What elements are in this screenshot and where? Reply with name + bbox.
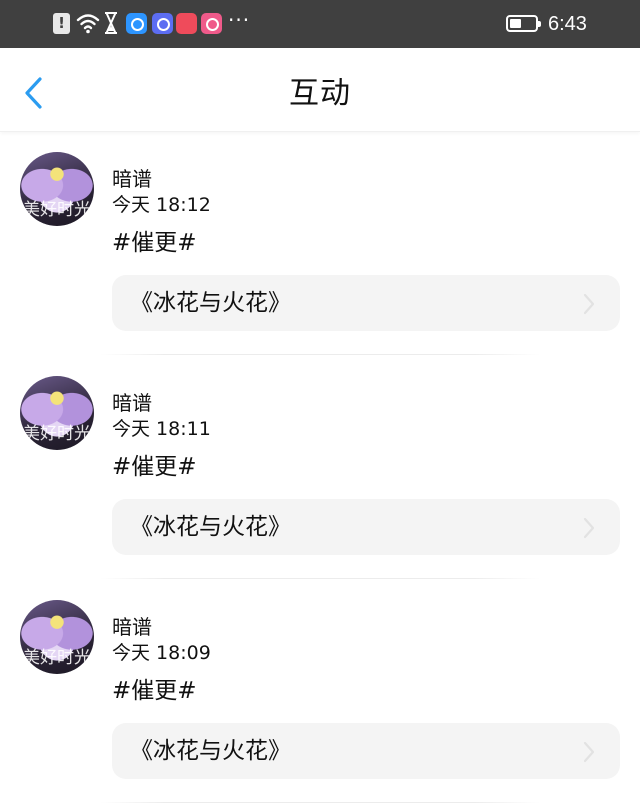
music-app-icon bbox=[152, 13, 173, 34]
avatar[interactable]: 美好时光 bbox=[20, 600, 94, 674]
message-text: #催更# bbox=[112, 230, 197, 256]
divider bbox=[100, 802, 540, 803]
timestamp: 今天 18:11 bbox=[112, 418, 211, 440]
chevron-right-icon bbox=[583, 293, 595, 315]
message-text: #催更# bbox=[112, 454, 197, 480]
header: 互动 bbox=[0, 48, 640, 132]
more-notifications-icon: ··· bbox=[228, 8, 251, 32]
username[interactable]: 暗谱 bbox=[112, 391, 152, 415]
status-bar: ··· 6:43 bbox=[0, 0, 640, 48]
book-link-card[interactable]: 《冰花与火花》 bbox=[112, 275, 620, 331]
store-app-icon bbox=[176, 13, 197, 34]
chevron-right-icon bbox=[583, 517, 595, 539]
feed-item: 美好时光 暗谱 今天 18:12 #催更# 《冰花与火花》 bbox=[0, 132, 640, 356]
wifi-icon bbox=[76, 14, 100, 34]
username[interactable]: 暗谱 bbox=[112, 615, 152, 639]
book-title: 《冰花与火花》 bbox=[130, 738, 291, 764]
book-link-card[interactable]: 《冰花与火花》 bbox=[112, 723, 620, 779]
chat-app-icon bbox=[201, 13, 222, 34]
divider bbox=[100, 578, 540, 579]
feed-item: 美好时光 暗谱 今天 18:09 #催更# 《冰花与火花》 bbox=[0, 580, 640, 804]
book-title: 《冰花与火花》 bbox=[130, 514, 291, 540]
avatar[interactable]: 美好时光 bbox=[20, 152, 94, 226]
timestamp: 今天 18:12 bbox=[112, 194, 211, 216]
avatar-overlay-text: 美好时光 bbox=[23, 200, 91, 220]
feed-item: 美好时光 暗谱 今天 18:11 #催更# 《冰花与火花》 bbox=[0, 356, 640, 580]
search-app-icon bbox=[126, 13, 147, 34]
username[interactable]: 暗谱 bbox=[112, 167, 152, 191]
status-time: 6:43 bbox=[548, 13, 587, 35]
avatar-overlay-text: 美好时光 bbox=[23, 648, 91, 668]
book-title: 《冰花与火花》 bbox=[130, 290, 291, 316]
message-text: #催更# bbox=[112, 678, 197, 704]
battery-icon bbox=[506, 15, 541, 32]
chevron-right-icon bbox=[583, 741, 595, 763]
page-title: 互动 bbox=[289, 76, 351, 111]
book-link-card[interactable]: 《冰花与火花》 bbox=[112, 499, 620, 555]
avatar-overlay-text: 美好时光 bbox=[23, 424, 91, 444]
divider bbox=[100, 354, 540, 355]
alert-icon bbox=[53, 13, 70, 34]
interaction-feed: 美好时光 暗谱 今天 18:12 #催更# 《冰花与火花》 美好时光 暗谱 今天… bbox=[0, 132, 640, 804]
avatar[interactable]: 美好时光 bbox=[20, 376, 94, 450]
hourglass-icon bbox=[105, 12, 117, 34]
timestamp: 今天 18:09 bbox=[112, 642, 211, 664]
